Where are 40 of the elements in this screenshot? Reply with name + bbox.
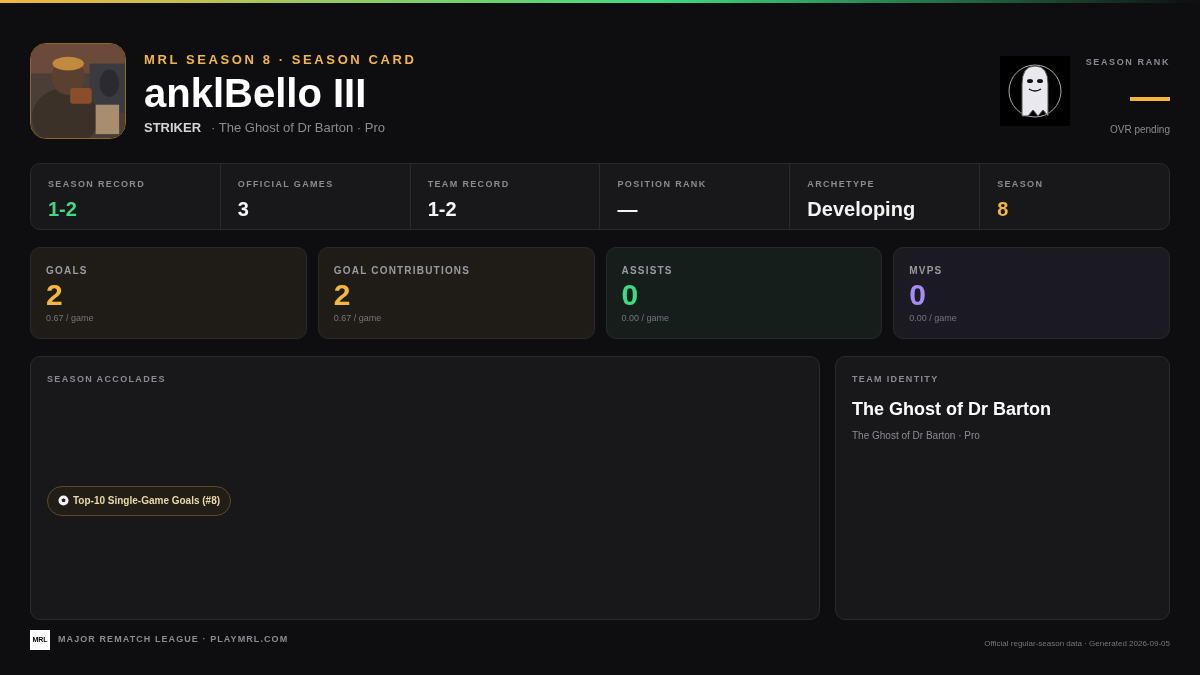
stat-label: SEASON bbox=[997, 178, 1045, 191]
per-game-rate: 0.67 / game bbox=[333, 312, 383, 325]
per-game-rate: 0.67 / game bbox=[46, 312, 95, 325]
stat-label: POSITION RANK bbox=[617, 178, 708, 191]
per-game-rate: 0.00 / game bbox=[621, 312, 671, 325]
card-eyebrow: MRL SEASON 8 · SEASON CARD bbox=[144, 51, 417, 69]
stat-value: 2 bbox=[333, 278, 352, 312]
panel-title: SEASON ACCOLADES bbox=[47, 373, 167, 386]
player-position: STRIKER bbox=[144, 118, 202, 137]
stat-value: 1-2 bbox=[48, 196, 78, 222]
stat-value: 0 bbox=[909, 278, 927, 312]
per-game-rate: 0.00 / game bbox=[909, 312, 958, 325]
stat-label: GOALS bbox=[46, 264, 89, 278]
stat-label: GOAL CONTRIBUTIONS bbox=[333, 264, 472, 278]
player-team: · The Ghost of Dr Barton · Pro bbox=[211, 118, 385, 137]
stat-value: 1-2 bbox=[427, 196, 458, 222]
stat-label: TEAM RECORD bbox=[427, 178, 511, 191]
stat-value: 2 bbox=[46, 278, 64, 312]
panel-title: TEAM IDENTITY bbox=[852, 373, 940, 386]
stat-label: SEASON RECORD bbox=[48, 178, 147, 191]
player-name: anklBello III bbox=[144, 69, 368, 116]
stat-value: Developing bbox=[807, 196, 917, 222]
stat-value: 0 bbox=[621, 278, 640, 312]
stat-label: ARCHETYPE bbox=[807, 178, 876, 191]
team-name: The Ghost of Dr Barton bbox=[852, 397, 1052, 421]
soccer-ball-icon bbox=[58, 495, 69, 506]
stat-label: MVPS bbox=[909, 264, 944, 278]
footer-note: Official regular-season data · Generated 2026-09-05 bbox=[984, 638, 1170, 650]
rank-value: — bbox=[1130, 75, 1170, 116]
ghost-icon bbox=[999, 56, 1070, 126]
rank-label: SEASON RANK bbox=[1085, 56, 1170, 69]
footer-text: MAJOR REMATCH LEAGUE · PLAYMRL.COM bbox=[58, 633, 289, 647]
stat-value: 3 bbox=[237, 196, 250, 222]
stat-label: OFFICIAL GAMES bbox=[237, 178, 335, 191]
stat-value: 8 bbox=[997, 196, 1010, 222]
stat-value: — bbox=[617, 196, 639, 222]
stat-label: ASSISTS bbox=[621, 264, 674, 278]
team-subtitle: The Ghost of Dr Barton · Pro bbox=[852, 428, 981, 443]
rank-note: OVR pending bbox=[1109, 122, 1170, 137]
accolade-text: Top-10 Single-Game Goals (#8) bbox=[73, 494, 221, 508]
